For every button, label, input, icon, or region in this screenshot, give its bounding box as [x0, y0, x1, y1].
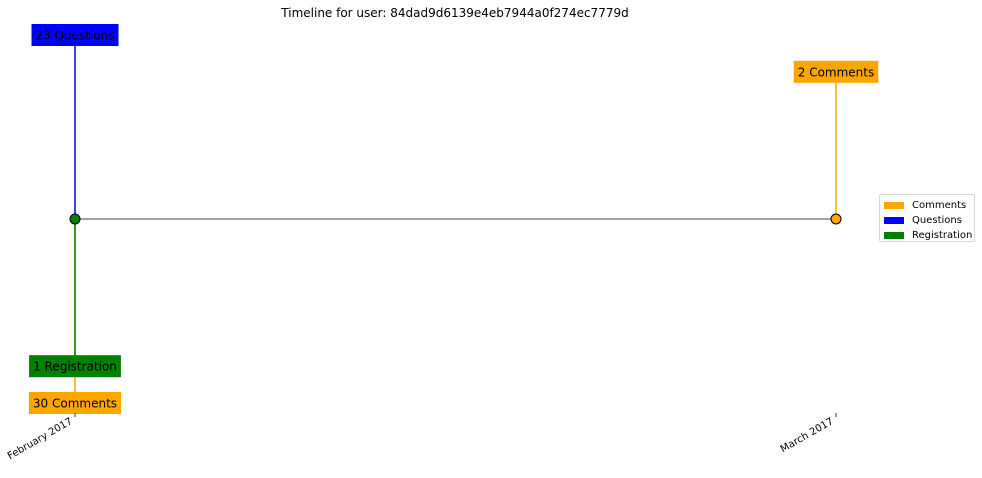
event-label-text: 30 Comments — [33, 397, 117, 411]
legend-label: Questions — [912, 215, 962, 226]
legend-item-questions: Questions — [884, 213, 974, 228]
event-label-text: 23 Questions — [35, 29, 114, 43]
legend-swatch — [884, 232, 904, 239]
x-axis-ticks: February 2017 March 2017 — [6, 413, 837, 462]
event-label-2-comments: 2 Comments — [793, 60, 879, 83]
event-label-text: 2 Comments — [798, 65, 875, 79]
timeline-chart: Timeline for user: 84dad9d6139e4eb7944a0… — [0, 0, 982, 474]
event-label-23-questions: 23 Questions — [31, 24, 119, 46]
x-tick-label-february-2017: February 2017 — [6, 416, 75, 462]
event-label-text: 1 Registration — [33, 360, 117, 374]
legend-item-comments: Comments — [884, 198, 974, 213]
event-label-1-registration: 1 Registration — [29, 355, 121, 378]
legend: Comments Questions Registration — [879, 194, 975, 242]
marker-february-2017 — [69, 213, 81, 225]
marker-march-2017 — [830, 213, 842, 225]
legend-label: Registration — [912, 230, 973, 241]
chart-title: Timeline for user: 84dad9d6139e4eb7944a0… — [280, 6, 628, 20]
chart-canvas: Timeline for user: 84dad9d6139e4eb7944a0… — [6, 6, 879, 462]
legend-swatch — [884, 217, 904, 224]
legend-item-registration: Registration — [884, 228, 974, 243]
legend-label: Comments — [912, 200, 967, 211]
event-label-30-comments: 30 Comments — [28, 392, 122, 414]
x-tick-label-march-2017: March 2017 — [779, 416, 836, 455]
legend-swatch — [884, 202, 904, 209]
